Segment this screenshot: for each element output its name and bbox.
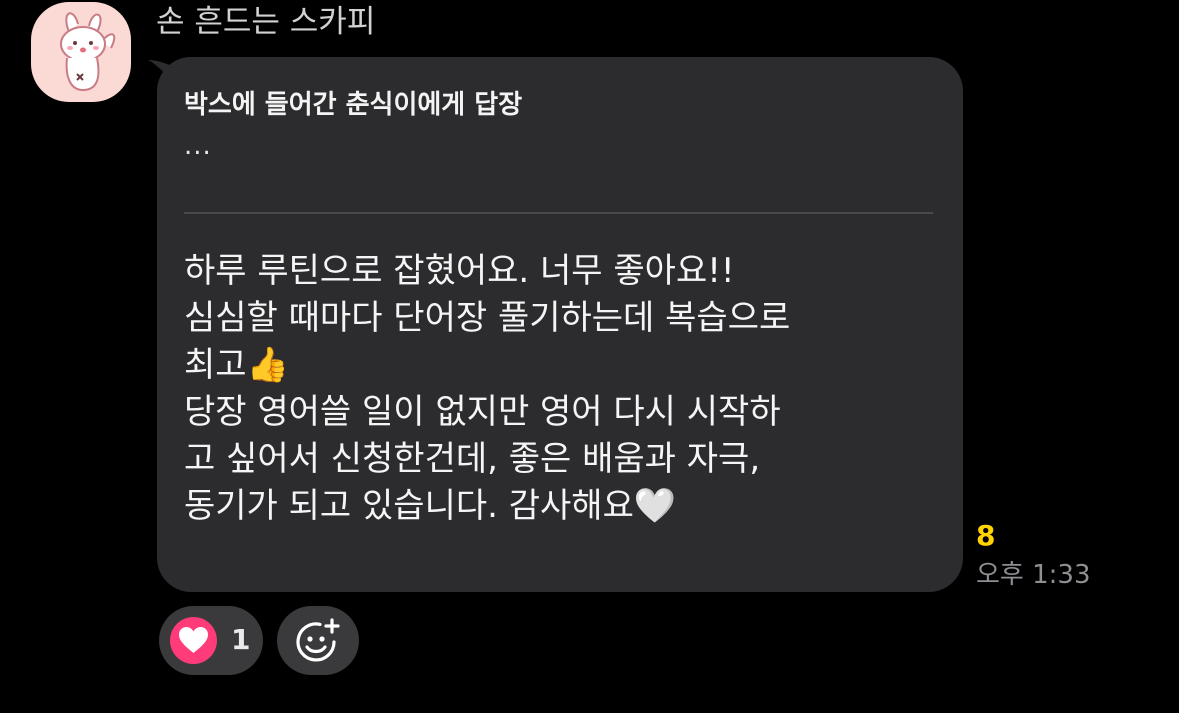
message-text: 하루 루틴으로 잡혔어요. 너무 좋아요!! 심심할 때마다 단어장 풀기하는데…: [184, 248, 944, 530]
message-bubble[interactable]: 박스에 들어간 춘식이에게 답장 ... 하루 루틴으로 잡혔어요. 너무 좋아…: [157, 57, 963, 592]
message-line: 당장 영어쓸 일이 없지만 영어 다시 시작하: [184, 392, 781, 432]
reaction-count: 1: [231, 623, 251, 656]
add-reaction-button[interactable]: [277, 606, 359, 675]
message-time: 오후 1:33: [976, 560, 1091, 590]
reply-title: 박스에 들어간 춘식이에게 답장: [184, 90, 523, 120]
message-line: 고 싶어서 신청한건데, 좋은 배움과 자극,: [184, 439, 761, 479]
reply-quote[interactable]: 박스에 들어간 춘식이에게 답장 ...: [184, 85, 934, 161]
unread-count: 8: [976, 519, 996, 552]
message-line: 하루 루틴으로 잡혔어요. 너무 좋아요!!: [184, 251, 735, 291]
bunny-avatar-icon: [60, 12, 116, 92]
heart-reaction-chip[interactable]: 1: [159, 606, 263, 675]
sender-name: 손 흔드는 스카피: [156, 4, 376, 40]
message-line: 최고👍: [184, 345, 289, 385]
message-line: 동기가 되고 있습니다. 감사해요🤍: [184, 486, 677, 526]
heart-badge: [170, 617, 217, 664]
reply-divider: [184, 212, 933, 214]
reply-preview: ...: [184, 131, 212, 161]
avatar[interactable]: [31, 2, 131, 102]
heart-icon: [179, 627, 208, 653]
message-line: 심심할 때마다 단어장 풀기하는데 복습으로: [184, 298, 791, 338]
add-emoji-icon: [296, 618, 340, 662]
